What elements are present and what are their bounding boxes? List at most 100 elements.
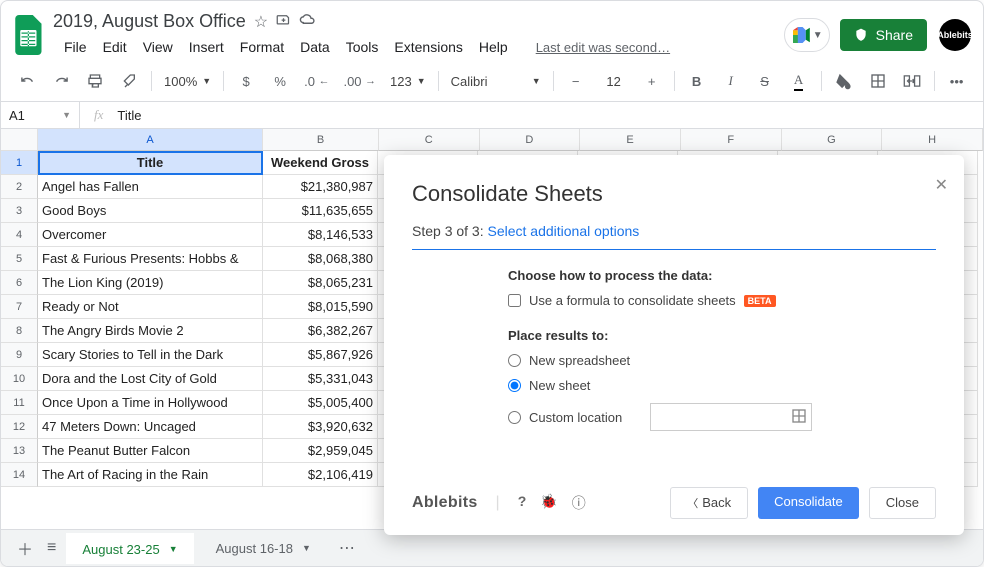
font-size-increment[interactable]: + (636, 69, 668, 94)
sheet-tab[interactable]: August 16-18▼ (200, 534, 327, 563)
cell[interactable]: Good Boys (38, 199, 263, 223)
custom-location-radio[interactable] (508, 411, 521, 424)
undo-button[interactable] (11, 69, 43, 93)
cell[interactable]: Overcomer (38, 223, 263, 247)
cell[interactable]: $2,106,419 (263, 463, 378, 487)
cell[interactable]: The Art of Racing in the Rain (38, 463, 263, 487)
column-header-b[interactable]: B (263, 129, 379, 151)
back-button[interactable]: 〈Back (670, 487, 748, 519)
close-button[interactable]: Close (869, 487, 936, 519)
decrease-decimal-button[interactable]: .0 ← (298, 69, 335, 94)
last-edit-link[interactable]: Last edit was second… (529, 36, 677, 59)
row-header[interactable]: 2 (1, 175, 38, 199)
row-header[interactable]: 11 (1, 391, 38, 415)
cell[interactable]: $2,959,045 (263, 439, 378, 463)
column-header-e[interactable]: E (580, 129, 681, 151)
formula-input[interactable]: Title (117, 108, 141, 123)
font-select[interactable]: Calibri▼ (445, 71, 547, 92)
menu-tools[interactable]: Tools (339, 35, 386, 59)
cell[interactable]: Weekend Gross (263, 151, 378, 175)
more-formats-select[interactable]: 123▼ (384, 71, 432, 92)
font-size-select[interactable]: 12 (594, 71, 634, 92)
document-title[interactable]: 2019, August Box Office (53, 11, 246, 32)
cell[interactable]: $8,146,533 (263, 223, 378, 247)
row-header[interactable]: 9 (1, 343, 38, 367)
menu-view[interactable]: View (136, 35, 180, 59)
option-use-formula[interactable]: Use a formula to consolidate sheets BETA (508, 293, 936, 308)
menu-help[interactable]: Help (472, 35, 515, 59)
share-button[interactable]: Share (840, 19, 927, 51)
row-header[interactable]: 3 (1, 199, 38, 223)
row-header[interactable]: 6 (1, 271, 38, 295)
menu-format[interactable]: Format (233, 35, 291, 59)
redo-button[interactable] (45, 69, 77, 93)
add-sheet-button[interactable]: ＋ (13, 532, 37, 564)
print-button[interactable] (79, 68, 111, 94)
borders-button[interactable] (862, 68, 894, 94)
cloud-status-icon[interactable] (299, 12, 316, 31)
font-size-decrement[interactable]: − (560, 69, 592, 94)
menu-insert[interactable]: Insert (182, 35, 231, 59)
all-sheets-button[interactable]: ≡ (43, 535, 60, 561)
option-custom-location[interactable]: Custom location (508, 403, 936, 431)
sheet-tab-active[interactable]: August 23-25▼ (66, 533, 193, 564)
move-icon[interactable] (276, 12, 291, 32)
zoom-select[interactable]: 100%▼ (158, 71, 217, 92)
cell[interactable]: Once Upon a Time in Hollywood (38, 391, 263, 415)
cell[interactable]: $8,065,231 (263, 271, 378, 295)
sheets-logo[interactable] (13, 15, 45, 55)
cell[interactable]: $5,005,400 (263, 391, 378, 415)
star-icon[interactable]: ☆ (254, 12, 268, 32)
cell[interactable]: The Peanut Butter Falcon (38, 439, 263, 463)
dialog-close-button[interactable]: ✕ (935, 175, 948, 195)
dialog-step-link[interactable]: Select additional options (488, 223, 640, 239)
bold-button[interactable]: B (681, 69, 713, 94)
row-header[interactable]: 10 (1, 367, 38, 391)
text-color-button[interactable]: A (783, 67, 815, 96)
cell[interactable]: $8,068,380 (263, 247, 378, 271)
column-header-h[interactable]: H (882, 129, 983, 151)
column-header-a[interactable]: A (38, 129, 263, 151)
column-header-g[interactable]: G (782, 129, 883, 151)
fill-color-button[interactable] (828, 68, 860, 95)
cell[interactable]: $6,382,267 (263, 319, 378, 343)
cell[interactable]: Fast & Furious Presents: Hobbs & (38, 247, 263, 271)
cell[interactable]: Ready or Not (38, 295, 263, 319)
meet-button[interactable]: ▼ (784, 18, 830, 52)
option-new-sheet[interactable]: New sheet (508, 378, 936, 393)
more-toolbar-button[interactable]: ••• (941, 69, 973, 94)
format-percent-button[interactable]: % (264, 69, 296, 94)
bug-icon[interactable]: 🐞 (540, 493, 557, 513)
cell[interactable]: The Lion King (2019) (38, 271, 263, 295)
cell[interactable]: $21,380,987 (263, 175, 378, 199)
cell[interactable]: 47 Meters Down: Uncaged (38, 415, 263, 439)
increase-decimal-button[interactable]: .00 → (337, 69, 382, 94)
menu-data[interactable]: Data (293, 35, 337, 59)
cell[interactable]: $8,015,590 (263, 295, 378, 319)
row-header[interactable]: 5 (1, 247, 38, 271)
italic-button[interactable]: I (715, 68, 747, 94)
help-icon[interactable]: ? (518, 493, 527, 513)
cell[interactable]: $11,635,655 (263, 199, 378, 223)
cell[interactable]: The Angry Birds Movie 2 (38, 319, 263, 343)
row-header[interactable]: 13 (1, 439, 38, 463)
cell[interactable]: Angel has Fallen (38, 175, 263, 199)
row-header[interactable]: 8 (1, 319, 38, 343)
row-header[interactable]: 14 (1, 463, 38, 487)
menu-file[interactable]: File (57, 35, 94, 59)
column-header-c[interactable]: C (379, 129, 480, 151)
new-sheet-radio[interactable] (508, 379, 521, 392)
column-header-d[interactable]: D (480, 129, 581, 151)
row-header[interactable]: 12 (1, 415, 38, 439)
cell[interactable]: Scary Stories to Tell in the Dark (38, 343, 263, 367)
cell[interactable]: Dora and the Lost City of Gold (38, 367, 263, 391)
menu-extensions[interactable]: Extensions (387, 35, 469, 59)
paint-format-button[interactable] (113, 68, 145, 94)
use-formula-checkbox[interactable] (508, 294, 521, 307)
strikethrough-button[interactable]: S (749, 69, 781, 94)
consolidate-button[interactable]: Consolidate (758, 487, 859, 519)
name-box[interactable]: A1▼ (1, 102, 80, 128)
row-header[interactable]: 1 (1, 151, 38, 175)
range-picker-icon[interactable] (791, 408, 807, 427)
cell[interactable]: $5,867,926 (263, 343, 378, 367)
